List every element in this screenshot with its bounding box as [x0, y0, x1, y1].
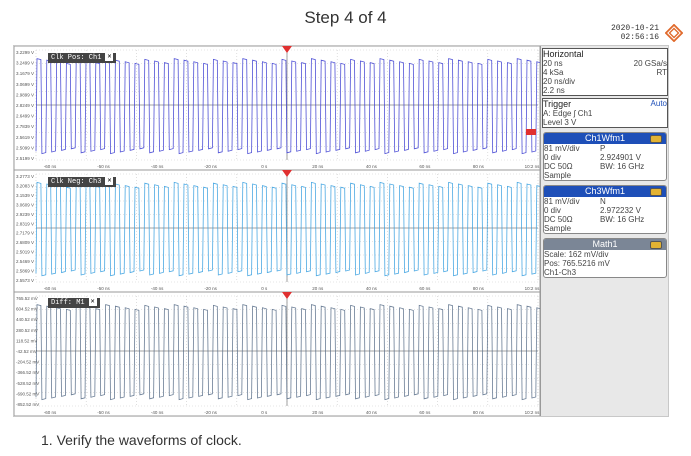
- x-tick-label: 80 ns: [473, 410, 485, 415]
- y-tick-label: 2.5469 V: [16, 259, 34, 264]
- y-tick-label: 3.0699 V: [16, 82, 34, 87]
- x-tick-label: -50 ns: [97, 286, 110, 291]
- step-title: Step 4 of 4: [304, 8, 387, 27]
- y-tick-label: 3.1679 V: [16, 71, 34, 76]
- x-tick-label: 20 ns: [312, 410, 324, 415]
- x-tick-label: -50 ns: [97, 410, 110, 415]
- x-tick-label: 80 ns: [473, 164, 485, 169]
- settings-toggle-icon[interactable]: [650, 135, 662, 143]
- trigger-level-marker: [526, 129, 536, 135]
- y-tick-label: 3.1539 V: [16, 193, 34, 198]
- y-tick-label: 118.52 mV: [16, 338, 37, 343]
- x-tick-label: 20 ns: [312, 164, 324, 169]
- waveform-plots: 3.2299 V 3.2499 V 3.1679 V 3.0699 V 2.9899 V…: [14, 46, 546, 416]
- trigger-title: Trigger: [543, 99, 572, 109]
- x-tick-label: -40 ns: [151, 164, 164, 169]
- y-tick-label: 2.6499 V: [16, 114, 34, 119]
- y-tick-label: 2.7839 V: [16, 124, 34, 129]
- settings-panel: Horizontal 20 ns 20 GSa/s 4 kSa RT 20 ns/d…: [540, 46, 668, 416]
- y-tick-label: 2.7179 V: [16, 231, 34, 236]
- x-tick-label: 60 ns: [419, 410, 431, 415]
- x-tick-label: 40 ns: [366, 164, 378, 169]
- rohde-schwarz-logo-icon: [665, 24, 683, 42]
- y-tick-label: 2.5019 V: [16, 250, 34, 255]
- y-tick-label: 765.52 mV: [16, 296, 38, 301]
- x-tick-label: -20 ns: [204, 286, 217, 291]
- x-tick-label: -60 ns: [44, 286, 57, 291]
- horizontal-title: Horizontal: [543, 49, 584, 59]
- close-icon[interactable]: ✕: [105, 53, 114, 62]
- y-tick-label: 2.8249 V: [16, 103, 34, 108]
- timestamp: 2020-10-21 02:56:16: [611, 24, 659, 42]
- y-tick-label: -366.52 mV: [16, 370, 39, 375]
- close-icon[interactable]: ✕: [88, 298, 97, 307]
- y-tick-label: 440.52 mV: [16, 317, 38, 322]
- x-tick-label: 60 ns: [419, 164, 431, 169]
- x-tick-label: 60 ns: [419, 286, 431, 291]
- x-tick-label: 40 ns: [366, 286, 378, 291]
- y-tick-label: 2.8319 V: [16, 221, 34, 226]
- settings-toggle-icon[interactable]: [650, 241, 662, 249]
- ch3-waveform-box[interactable]: Ch3Wfm1 81 mV/div N 0 div 2.972232 V DC 50…: [543, 185, 667, 234]
- horizontal-box[interactable]: Horizontal 20 ns 20 GSa/s 4 kSa RT 20 ns/d…: [542, 48, 668, 96]
- y-tick-label: -204.52 mV: [16, 360, 39, 365]
- time: 02:56:16: [620, 33, 659, 42]
- x-tick-label: 10:2 ns: [525, 164, 540, 169]
- x-tick-label: -40 ns: [151, 410, 164, 415]
- y-tick-label: 2.9899 V: [16, 92, 34, 97]
- x-tick-label: -20 ns: [204, 410, 217, 415]
- y-tick-label: 280.52 mV: [16, 328, 38, 333]
- x-tick-label: -40 ns: [151, 286, 164, 291]
- date: 2020-10-21: [610, 24, 659, 33]
- y-tick-label: 2.5869 V: [16, 269, 34, 274]
- y-tick-label: 2.6809 V: [16, 240, 34, 245]
- math-box[interactable]: Math1 Scale: 162 mV/div Pos: 765.5216 mV…: [543, 238, 667, 278]
- trigger-box[interactable]: Trigger Auto A: Edge ʃ Ch1 Level 3 V: [542, 98, 668, 128]
- x-tick-label: 20 ns: [312, 286, 324, 291]
- x-tick-label: 10:2 ns: [525, 286, 540, 291]
- x-tick-label: -50 ns: [97, 164, 110, 169]
- y-tick-label: -528.52 mV: [16, 381, 39, 386]
- y-tick-label: 3.0609 V: [16, 202, 34, 207]
- instruction-text: 1. Verify the waveforms of clock.: [41, 432, 242, 448]
- waveform-area: 3.2299 V 3.2499 V 3.1679 V 3.0699 V 2.9899 V…: [14, 46, 546, 416]
- settings-toggle-icon[interactable]: [650, 188, 662, 196]
- diagram-label-ch3[interactable]: Clk Neg: Ch3 ✕: [48, 177, 117, 187]
- y-tick-label: -852.52 mV: [16, 402, 39, 407]
- x-tick-label: -60 ns: [44, 410, 57, 415]
- y-tick-label: 2.5619 V: [16, 135, 34, 140]
- diagram-label-ch1[interactable]: Clk Pos: Ch1 ✕: [48, 53, 117, 63]
- y-tick-label: 604.52 mV: [16, 307, 38, 312]
- y-tick-label: 3.2499 V: [16, 61, 34, 66]
- ch1-waveform-box[interactable]: Ch1Wfm1 81 mV/div P 0 div 2.924901 V DC 50…: [543, 132, 667, 181]
- y-tick-label: -690.52 mV: [16, 391, 39, 396]
- oscilloscope-screen: 3.2299 V 3.2499 V 3.1679 V 3.0699 V 2.9899 V…: [13, 45, 669, 417]
- y-tick-label: 2.5199 V: [16, 156, 34, 161]
- x-tick-label: 0 s: [261, 410, 268, 415]
- x-tick-label: 40 ns: [366, 410, 378, 415]
- y-tick-label: 3.2083 V: [16, 183, 34, 188]
- y-tick-label: 3.2773 V: [16, 174, 34, 179]
- x-tick-label: 0 s: [261, 164, 268, 169]
- y-tick-label: 2.5099 V: [16, 145, 34, 150]
- y-tick-label: 2.9239 V: [16, 212, 34, 217]
- diagram-label-math[interactable]: Diff: M1 ✕: [48, 298, 100, 308]
- x-tick-label: 10:2 ns: [525, 410, 540, 415]
- x-tick-label: 80 ns: [473, 286, 485, 291]
- y-tick-label: 2.5573 V: [16, 278, 34, 283]
- x-tick-label: -60 ns: [44, 164, 57, 169]
- y-tick-label: 3.2299 V: [16, 50, 34, 55]
- y-tick-label: -42.52 mV: [16, 349, 37, 354]
- close-icon[interactable]: ✕: [105, 177, 114, 186]
- x-tick-label: 0 s: [261, 286, 268, 291]
- x-tick-label: -20 ns: [204, 164, 217, 169]
